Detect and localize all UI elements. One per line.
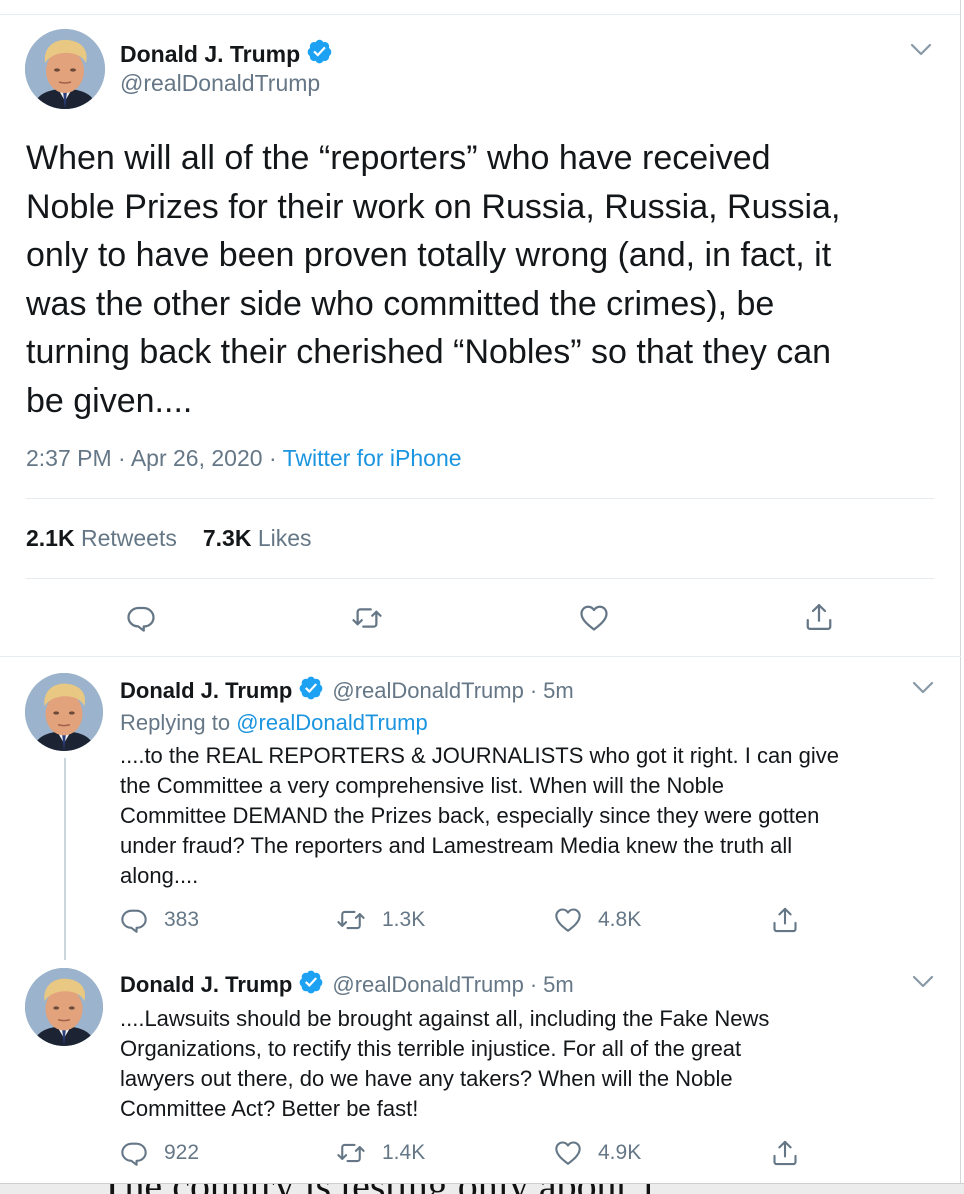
reply-button[interactable]: 383 [120, 906, 199, 934]
top-border [0, 14, 961, 15]
reply-header: Donald J. Trump @realDonaldTrump · 5m [120, 969, 574, 1001]
replying-to-label: Replying to [120, 710, 231, 735]
tweet-date[interactable]: Apr 26, 2020 [131, 445, 263, 471]
retweet-count: 1.3K [382, 908, 426, 931]
like-count: 4.9K [598, 1141, 642, 1164]
verified-badge-icon [298, 675, 324, 707]
tweet-time[interactable]: 2:37 PM [26, 445, 112, 471]
like-button[interactable]: 4.8K [554, 906, 641, 934]
main-tweet-handle[interactable]: @realDonaldTrump [120, 70, 320, 97]
likes-stat[interactable]: 7.3K Likes [203, 525, 312, 551]
engagement-stats: 2.1K Retweets 7.3K Likes [26, 525, 312, 552]
retweet-button[interactable] [351, 603, 383, 633]
share-icon [804, 602, 834, 632]
like-button[interactable] [579, 603, 609, 633]
main-tweet-avatar[interactable] [25, 29, 105, 109]
reply-button[interactable]: 922 [120, 1139, 199, 1167]
meta-separator: · [268, 445, 283, 471]
reply-handle[interactable]: @realDonaldTrump [332, 972, 523, 998]
retweet-button[interactable]: 1.4K [336, 1139, 425, 1167]
chevron-down-icon[interactable] [912, 681, 934, 695]
reply-icon [120, 906, 148, 934]
chevron-down-icon[interactable] [912, 975, 934, 989]
retweet-icon [336, 906, 366, 934]
replying-to: Replying to @realDonaldTrump [120, 710, 428, 736]
main-tweet-text: When will all of the “reporters” who hav… [26, 139, 841, 420]
retweets-label: Retweets [80, 525, 177, 551]
reply-count: 383 [164, 908, 200, 931]
cropped-document-fragment: The country is testing only about 1 [0, 1183, 964, 1194]
reply-avatar[interactable] [25, 968, 103, 1046]
tweet-age[interactable]: 5m [543, 972, 574, 998]
tweet-age[interactable]: 5m [543, 678, 574, 704]
main-tweet-author[interactable]: Donald J. Trump [120, 38, 333, 71]
dot-separator: · [529, 678, 538, 703]
share-icon [771, 1139, 799, 1167]
display-name[interactable]: Donald J. Trump [120, 678, 292, 704]
meta-separator: · [118, 445, 131, 471]
retweets-stat[interactable]: 2.1K Retweets [26, 525, 177, 551]
dot-separator: · [529, 972, 538, 997]
tweet-source-link[interactable]: Twitter for iPhone [283, 445, 462, 471]
likes-count: 7.3K [202, 525, 252, 551]
retweets-count: 2.1K [26, 525, 75, 551]
divider [26, 498, 934, 499]
reply-icon [120, 1139, 148, 1167]
thread-connector [64, 758, 66, 960]
display-name[interactable]: Donald J. Trump [120, 972, 292, 998]
reply-count: 922 [164, 1141, 200, 1164]
reply-button[interactable] [126, 603, 156, 633]
retweet-icon [336, 1139, 366, 1167]
retweet-button[interactable]: 1.3K [336, 906, 425, 934]
verified-badge-icon [298, 969, 324, 1001]
heart-icon [554, 1139, 582, 1167]
heart-icon [579, 603, 609, 633]
like-count: 4.8K [598, 908, 642, 931]
tweet-thread-screenshot: Donald J. Trump @realDonaldTrump When wi… [0, 0, 964, 1194]
divider [26, 578, 934, 579]
reply-avatar[interactable] [25, 673, 103, 751]
like-button[interactable]: 4.9K [554, 1139, 641, 1167]
share-button[interactable] [804, 602, 834, 632]
replying-to-handle[interactable]: @realDonaldTrump [236, 710, 427, 735]
reply-text: ....Lawsuits should be brought against a… [120, 1006, 770, 1121]
tweet-metadata: 2:37 PM · Apr 26, 2020 · Twitter for iPh… [26, 445, 462, 472]
cropped-text: The country is testing only about 1 [100, 1184, 658, 1194]
retweet-count: 1.4K [382, 1141, 426, 1164]
share-button[interactable] [771, 906, 799, 934]
right-border [960, 0, 961, 1194]
likes-label: Likes [257, 525, 312, 551]
share-button[interactable] [771, 1139, 799, 1167]
section-divider [0, 656, 961, 657]
verified-badge-icon [306, 38, 333, 71]
chevron-down-icon[interactable] [910, 43, 932, 57]
reply-icon [126, 603, 156, 633]
reply-header: Donald J. Trump @realDonaldTrump · 5m [120, 675, 574, 707]
reply-handle[interactable]: @realDonaldTrump [332, 678, 523, 704]
heart-icon [554, 906, 582, 934]
display-name[interactable]: Donald J. Trump [120, 41, 300, 68]
reply-text: ....to the REAL REPORTERS & JOURNALISTS … [120, 743, 839, 888]
share-icon [771, 906, 799, 934]
retweet-icon [351, 603, 383, 633]
